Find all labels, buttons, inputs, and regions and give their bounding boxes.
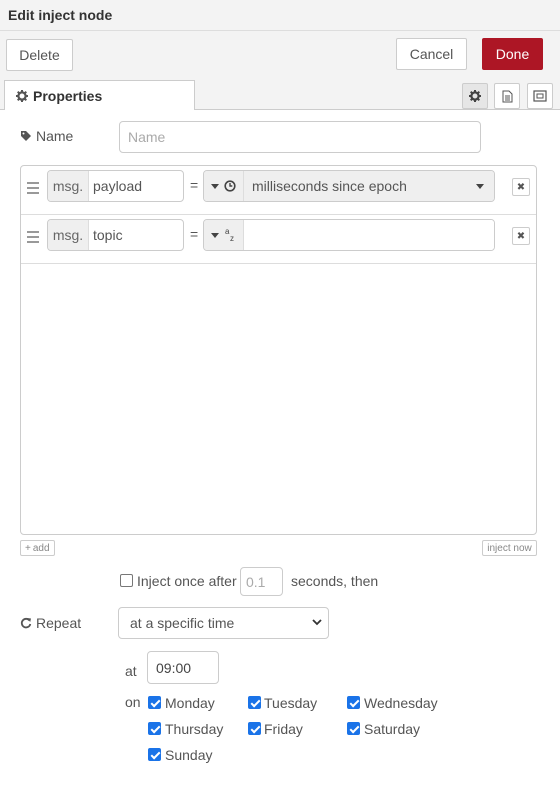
tray-toolbar: Delete Cancel Done — [0, 31, 560, 76]
timestamp-value: milliseconds since epoch — [252, 178, 407, 194]
property-row: msg. payload = milliseconds since epoch — [21, 166, 536, 215]
inject-once-checkbox[interactable] — [120, 574, 133, 587]
day-checkbox-sunday[interactable] — [148, 748, 161, 761]
property-name-field[interactable]: msg. payload — [47, 170, 184, 202]
inject-once-label: Inject once after — [137, 573, 237, 589]
caret-down-icon — [476, 184, 484, 189]
msg-prefix: msg. — [48, 171, 89, 201]
repeat-label-row: Repeat — [20, 615, 81, 631]
document-icon — [502, 90, 512, 102]
day-label: Wednesday — [364, 695, 438, 711]
at-label: at — [125, 663, 137, 679]
remove-row-button[interactable]: ✖ — [512, 227, 530, 245]
topic-value-input[interactable] — [244, 220, 494, 250]
type-selector-button[interactable]: a z — [204, 220, 244, 250]
drag-handle-icon[interactable] — [27, 231, 39, 246]
inject-now-button[interactable]: inject now — [482, 540, 537, 556]
settings-tab-button[interactable] — [462, 83, 488, 109]
cancel-button[interactable]: Cancel — [396, 38, 467, 70]
type-selector-button[interactable] — [204, 171, 244, 201]
frame-icon — [533, 90, 547, 102]
tab-properties[interactable]: Properties — [4, 80, 195, 111]
property-value-field[interactable]: a z — [203, 219, 495, 251]
repeat-icon — [20, 617, 32, 629]
property-row: msg. topic = a z ✖ — [21, 215, 536, 264]
day-label: Sunday — [165, 747, 213, 763]
dialog-title: Edit inject node — [8, 7, 113, 23]
tray-header: Edit inject node — [0, 0, 560, 31]
day-label: Tuesday — [264, 695, 318, 711]
remove-row-button[interactable]: ✖ — [512, 178, 530, 196]
string-az-icon: a z — [225, 228, 234, 242]
inject-delay-input[interactable] — [240, 567, 283, 596]
day-checkbox-friday[interactable] — [248, 722, 261, 735]
caret-down-icon — [211, 232, 219, 238]
add-button-label: add — [32, 542, 50, 554]
done-button[interactable]: Done — [482, 38, 543, 70]
seconds-then-label: seconds, then — [291, 573, 379, 589]
add-button[interactable]: + add — [20, 540, 55, 556]
svg-text:z: z — [230, 234, 234, 242]
day-label: Thursday — [165, 721, 224, 737]
caret-down-icon — [211, 183, 219, 189]
appearance-tab-button[interactable] — [527, 83, 553, 109]
repeat-label: Repeat — [36, 615, 82, 631]
on-label: on — [125, 694, 141, 710]
property-value-field[interactable]: milliseconds since epoch — [203, 170, 495, 202]
properties-panel: Name msg. payload = milliseconds si — [0, 110, 560, 800]
name-label: Name — [36, 128, 74, 144]
property-name: topic — [93, 227, 123, 243]
tab-properties-label: Properties — [33, 87, 103, 104]
day-label: Monday — [165, 695, 215, 711]
property-name: payload — [93, 178, 143, 194]
description-tab-button[interactable] — [494, 83, 520, 109]
gear-icon — [16, 89, 28, 102]
day-checkbox-tuesday[interactable] — [248, 696, 261, 709]
day-checkbox-wednesday[interactable] — [347, 696, 360, 709]
gear-icon — [469, 90, 481, 102]
equals-sign: = — [190, 177, 199, 193]
timestamp-value-select[interactable]: milliseconds since epoch — [244, 171, 494, 201]
close-icon: ✖ — [516, 230, 526, 242]
tab-bar: Properties — [0, 76, 560, 111]
repeat-select[interactable]: at a specific time — [118, 607, 329, 639]
chevron-down-icon — [312, 619, 322, 626]
property-name-field[interactable]: msg. topic — [47, 219, 184, 251]
close-icon: ✖ — [516, 181, 526, 193]
clock-icon — [224, 180, 236, 192]
equals-sign: = — [190, 226, 199, 242]
day-checkbox-saturday[interactable] — [347, 722, 360, 735]
delete-button[interactable]: Delete — [6, 39, 73, 71]
tag-icon — [21, 131, 31, 141]
day-checkbox-monday[interactable] — [148, 696, 161, 709]
day-checkbox-thursday[interactable] — [148, 722, 161, 735]
name-input[interactable] — [119, 121, 481, 153]
drag-handle-icon[interactable] — [27, 182, 39, 197]
repeat-selected-value: at a specific time — [130, 615, 235, 631]
plus-icon: + — [25, 542, 31, 554]
property-list: msg. payload = milliseconds since epoch — [20, 165, 537, 535]
day-label: Saturday — [364, 721, 421, 737]
msg-prefix: msg. — [48, 220, 89, 250]
name-label-row: Name — [20, 128, 73, 144]
time-input[interactable] — [147, 651, 219, 684]
day-label: Friday — [264, 721, 303, 737]
